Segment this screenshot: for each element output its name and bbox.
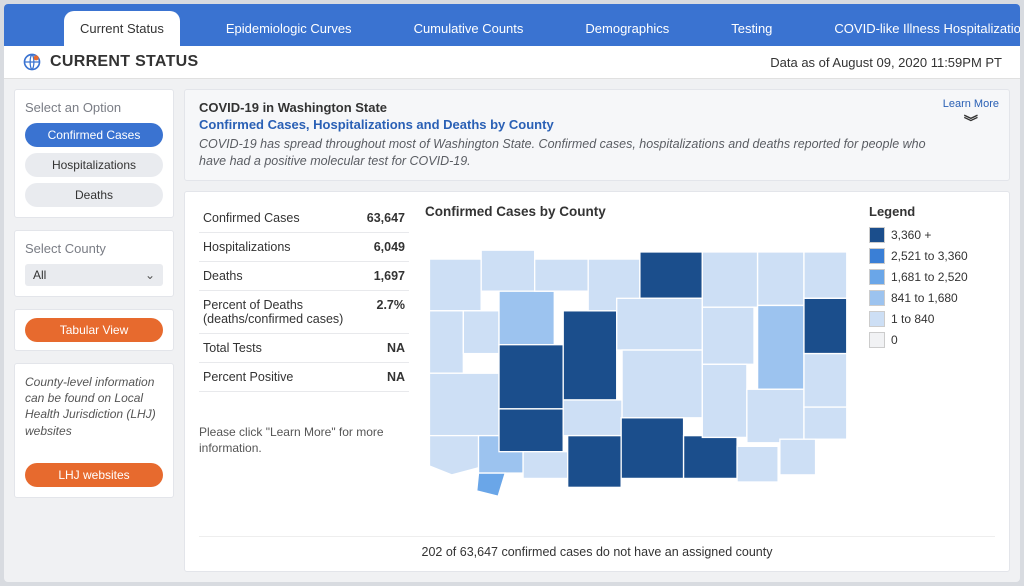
header-card: COVID-19 in Washington State Confirmed C… — [184, 89, 1010, 181]
stats-note: Please click "Learn More" for more infor… — [199, 424, 409, 456]
legend-swatch — [869, 248, 885, 264]
stats-row: Confirmed Cases63,647 — [199, 204, 409, 233]
stats-label: Hospitalizations — [199, 232, 363, 261]
lhj-note: County-level information can be found on… — [25, 374, 163, 439]
legend-column: Legend 3,360 + 2,521 to 3,360 1,681 to 2,5… — [869, 204, 995, 528]
select-option-title: Select an Option — [25, 100, 163, 115]
stats-label: Percent of Deaths (deaths/confirmed case… — [199, 290, 363, 333]
stats-row: Hospitalizations6,049 — [199, 232, 409, 261]
legend-swatch — [869, 290, 885, 306]
legend-swatch — [869, 332, 885, 348]
title-row: CURRENT STATUS Data as of August 09, 202… — [4, 46, 1020, 79]
tabular-view-button[interactable]: Tabular View — [25, 318, 163, 342]
select-option-panel: Select an Option Confirmed Cases Hospital… — [14, 89, 174, 218]
washington-map[interactable] — [425, 225, 853, 525]
legend-title: Legend — [869, 204, 995, 219]
stats-value: 1,697 — [363, 261, 409, 290]
legend-label: 0 — [891, 333, 898, 347]
title-left: CURRENT STATUS — [22, 52, 199, 72]
legend-label: 841 to 1,680 — [891, 291, 958, 305]
tab-covid-like-illness-hospitalizations[interactable]: COVID-like Illness Hospitalizations — [818, 11, 1020, 46]
content: COVID-19 in Washington State Confirmed C… — [184, 89, 1010, 572]
tab-current-status[interactable]: Current Status — [64, 11, 180, 46]
stats-row: Percent PositiveNA — [199, 362, 409, 391]
globe-icon — [22, 52, 42, 72]
map-column: Confirmed Cases by County — [425, 204, 853, 528]
data-row: Confirmed Cases63,647Hospitalizations6,0… — [199, 204, 995, 528]
legend-item: 1 to 840 — [869, 311, 995, 327]
legend-label: 1,681 to 2,520 — [891, 270, 968, 284]
legend-swatch — [869, 269, 885, 285]
option-confirmed-cases[interactable]: Confirmed Cases — [25, 123, 163, 147]
stats-value: 63,647 — [363, 204, 409, 233]
stats-value: NA — [363, 333, 409, 362]
main: Select an Option Confirmed CasesHospital… — [4, 79, 1020, 582]
data-as-of: Data as of August 09, 2020 11:59PM PT — [770, 55, 1002, 70]
stats-row: Deaths1,697 — [199, 261, 409, 290]
lhj-websites-button[interactable]: LHJ websites — [25, 463, 163, 487]
option-hospitalizations[interactable]: Hospitalizations — [25, 153, 163, 177]
stats-label: Confirmed Cases — [199, 204, 363, 233]
legend-item: 0 — [869, 332, 995, 348]
tab-testing[interactable]: Testing — [715, 11, 788, 46]
legend-label: 1 to 840 — [891, 312, 934, 326]
chevron-down-icon: ⌄ — [145, 268, 155, 282]
legend-label: 3,360 + — [891, 228, 931, 242]
stats-value: 6,049 — [363, 232, 409, 261]
option-deaths[interactable]: Deaths — [25, 183, 163, 207]
stats-value: NA — [363, 362, 409, 391]
stats-label: Total Tests — [199, 333, 363, 362]
legend-label: 2,521 to 3,360 — [891, 249, 968, 263]
tabs-bar: Current Status Epidemiologic Curves Cumula… — [4, 4, 1020, 46]
stats-row: Total TestsNA — [199, 333, 409, 362]
header-card-subtitle: Confirmed Cases, Hospitalizations and De… — [199, 117, 953, 132]
county-dropdown-value: All — [33, 268, 46, 282]
tab-demographics[interactable]: Demographics — [569, 11, 685, 46]
stats-table: Confirmed Cases63,647Hospitalizations6,0… — [199, 204, 409, 392]
stats-label: Deaths — [199, 261, 363, 290]
lhj-panel: County-level information can be found on… — [14, 363, 174, 498]
select-county-panel: Select County All ⌄ — [14, 230, 174, 297]
map-title: Confirmed Cases by County — [425, 204, 853, 219]
legend-swatch — [869, 311, 885, 327]
header-card-title: COVID-19 in Washington State — [199, 100, 953, 115]
legend-item: 841 to 1,680 — [869, 290, 995, 306]
tab-cumulative-counts[interactable]: Cumulative Counts — [398, 11, 540, 46]
legend-item: 1,681 to 2,520 — [869, 269, 995, 285]
learn-more-button[interactable]: Learn More ︾ — [943, 98, 999, 132]
footer-note: 202 of 63,647 confirmed cases do not hav… — [199, 536, 995, 559]
tabular-view-panel: Tabular View — [14, 309, 174, 351]
legend-item: 3,360 + — [869, 227, 995, 243]
stats-column: Confirmed Cases63,647Hospitalizations6,0… — [199, 204, 409, 528]
learn-more-label: Learn More — [943, 98, 999, 110]
data-card: Confirmed Cases63,647Hospitalizations6,0… — [184, 191, 1010, 572]
select-county-title: Select County — [25, 241, 163, 256]
legend-swatch — [869, 227, 885, 243]
stats-row: Percent of Deaths (deaths/confirmed case… — [199, 290, 409, 333]
option-list: Confirmed Cases Hospitalizations Deaths — [25, 123, 163, 207]
page-title: CURRENT STATUS — [50, 53, 199, 71]
header-card-text: COVID-19 has spread throughout most of W… — [199, 136, 953, 170]
app-root: Current Status Epidemiologic Curves Cumula… — [4, 4, 1020, 582]
tab-epidemiologic-curves[interactable]: Epidemiologic Curves — [210, 11, 368, 46]
stats-label: Percent Positive — [199, 362, 363, 391]
stats-value: 2.7% — [363, 290, 409, 333]
county-dropdown[interactable]: All ⌄ — [25, 264, 163, 286]
double-chevron-down-icon: ︾ — [943, 112, 999, 132]
sidebar: Select an Option Confirmed Cases Hospital… — [14, 89, 174, 498]
legend-item: 2,521 to 3,360 — [869, 248, 995, 264]
